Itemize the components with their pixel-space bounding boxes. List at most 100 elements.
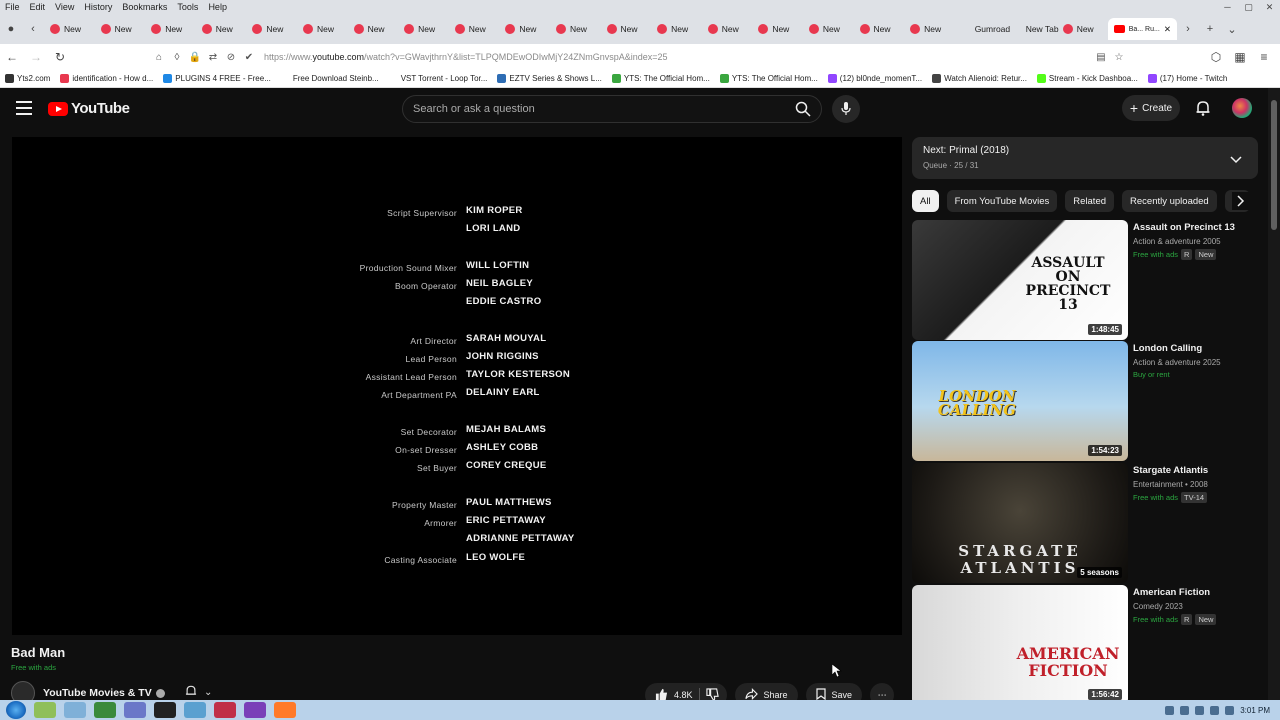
filter-chip[interactable]: Related [1065,190,1115,212]
video-thumbnail[interactable]: AMERICAN FICTION 1:56:42 [912,585,1128,705]
bookmark-item[interactable]: PLUGINS 4 FREE - Free... [158,74,276,83]
system-clock[interactable]: 3:01 PM [1240,706,1270,715]
tab-active[interactable]: Ba... Ru... ✕ [1107,18,1177,40]
video-thumbnail[interactable]: STARGATE ATLANTIS 5 seasons [912,463,1128,583]
bookmark-item[interactable]: Stream - Kick Dashboa... [1032,74,1143,83]
browser-tab[interactable]: New [651,18,702,40]
bookmark-item[interactable]: Yts2.com [0,74,55,83]
reader-view-icon[interactable]: ▤ [1092,52,1110,63]
scroll-tabs-left-icon[interactable]: ‹ [22,23,44,35]
bookmark-item[interactable]: YTS: The Official Hom... [607,74,715,83]
permissions-icon[interactable]: ⇄ [204,52,222,63]
recommendation-card[interactable]: LONDON CALLING 1:54:23 London Calling Actio… [912,341,1252,461]
recommendation-title[interactable]: Stargate Atlantis [1133,465,1253,477]
menu-hamburger-icon[interactable] [16,101,32,115]
playlist-queue-header[interactable]: Next: Primal (2018) Queue · 25 / 31 [912,137,1258,179]
page-scrollbar[interactable] [1268,88,1280,700]
search-icon[interactable] [785,96,821,122]
tray-icon[interactable] [1180,705,1190,715]
start-button-icon[interactable] [6,701,26,719]
browser-tab[interactable]: New [601,18,652,40]
url-text[interactable]: https://www.youtube.com/watch?v=GWavjthr… [264,52,668,62]
browser-tab[interactable]: New Tab [1006,18,1059,40]
menu-help[interactable]: Help [203,0,232,14]
tab-close-icon[interactable]: ✕ [1164,24,1171,35]
taskbar-app-icon[interactable] [184,702,206,718]
bookmark-star-icon[interactable]: ☆ [1110,52,1128,63]
browser-tab[interactable]: New [904,18,955,40]
extensions-icon[interactable]: ⬡ [1204,50,1228,64]
search-box[interactable]: Search or ask a question [402,95,822,123]
bookmark-item[interactable]: Free Download Steinb... [276,74,384,83]
tray-icon[interactable] [1225,705,1235,715]
browser-tab[interactable]: New [702,18,753,40]
reload-icon[interactable]: ↻ [48,50,72,64]
browser-tab[interactable]: New [246,18,297,40]
recommendation-card[interactable]: STARGATE ATLANTIS 5 seasons Stargate Atlan… [912,463,1252,583]
forward-icon[interactable]: → [24,50,48,64]
youtube-logo[interactable]: YouTube [48,100,130,117]
maximize-icon[interactable]: ▢ [1238,0,1259,14]
profile-icon[interactable]: ▦ [1228,50,1252,64]
taskbar-app-icon[interactable] [154,702,176,718]
bookmark-item[interactable]: VST Torrent - Loop Tor... [384,74,493,83]
browser-tab[interactable]: New [348,18,399,40]
taskbar-app-icon[interactable] [214,702,236,718]
bookmark-item[interactable]: EZTV Series & Shows L... [492,74,606,83]
browser-tab[interactable]: New [449,18,500,40]
tab-overflow-icon[interactable]: ⌄ [1221,23,1243,36]
bookmark-item[interactable]: (17) Home - Twitch [1143,74,1232,83]
bookmark-item[interactable]: Watch Alienoid: Retur... [927,74,1032,83]
recommendation-title[interactable]: Assault on Precinct 13 [1133,222,1253,234]
browser-tab[interactable]: New [499,18,550,40]
video-thumbnail[interactable]: ASSAULT ON PRECINCT 13 1:48:45 [912,220,1128,340]
close-icon[interactable]: ✕ [1259,0,1280,14]
video-thumbnail[interactable]: LONDON CALLING 1:54:23 [912,341,1128,461]
menu-bookmarks[interactable]: Bookmarks [117,0,172,14]
verified-site-icon[interactable]: ✔ [240,52,258,63]
notifications-bell-icon[interactable] [1194,99,1212,117]
scroll-tabs-right-icon[interactable]: › [1177,23,1199,35]
firefox-taskbar-icon[interactable] [274,702,296,718]
menu-history[interactable]: History [79,0,117,14]
account-avatar[interactable] [1232,98,1252,118]
taskbar-app-icon[interactable] [34,702,56,718]
browser-tab[interactable]: New [145,18,196,40]
browser-tab[interactable]: New [752,18,803,40]
recommendation-title[interactable]: London Calling [1133,343,1253,355]
video-player[interactable]: Script Supervisor KIM ROPER LORI LAND Produ… [12,137,902,635]
channel-name[interactable]: YouTube Movies & TV [43,687,165,699]
search-input[interactable]: Search or ask a question [413,103,785,115]
browser-tab[interactable]: Gumroad [955,18,1010,40]
subscription-bell[interactable]: ⌄ [184,684,212,701]
browser-tab[interactable]: New [550,18,601,40]
create-button[interactable]: + Create [1122,95,1180,121]
menu-file[interactable]: File [0,0,25,14]
tray-icon[interactable] [1165,705,1175,715]
tab-list-icon[interactable]: ● [0,23,22,35]
bookmark-item[interactable]: YTS: The Official Hom... [715,74,823,83]
menu-view[interactable]: View [50,0,79,14]
home-icon[interactable]: ⌂ [150,52,168,63]
recommendation-card[interactable]: AMERICAN FICTION 1:56:42 American Fiction C… [912,585,1252,705]
browser-tab[interactable]: New [95,18,146,40]
lock-icon[interactable]: 🔒 [186,52,204,63]
browser-tab[interactable]: New [196,18,247,40]
taskbar-app-icon[interactable] [64,702,86,718]
taskbar-app-icon[interactable] [124,702,146,718]
new-tab-icon[interactable]: + [1199,23,1221,35]
volume-icon[interactable] [1195,705,1205,715]
network-icon[interactable] [1210,705,1220,715]
browser-tab[interactable]: New [803,18,854,40]
bookmark-item[interactable]: identification - How d... [55,74,158,83]
chips-next-icon[interactable] [1232,192,1250,210]
filter-chip[interactable]: Recently uploaded [1122,190,1217,212]
app-menu-icon[interactable]: ≡ [1252,50,1276,64]
browser-tab[interactable]: New [1057,18,1108,40]
menu-tools[interactable]: Tools [172,0,203,14]
taskbar-app-icon[interactable] [244,702,266,718]
browser-tab[interactable]: New [398,18,449,40]
like-count[interactable]: 4.8K [674,690,693,700]
browser-tab[interactable]: New [44,18,95,40]
filter-chip[interactable]: From YouTube Movies [946,190,1058,212]
